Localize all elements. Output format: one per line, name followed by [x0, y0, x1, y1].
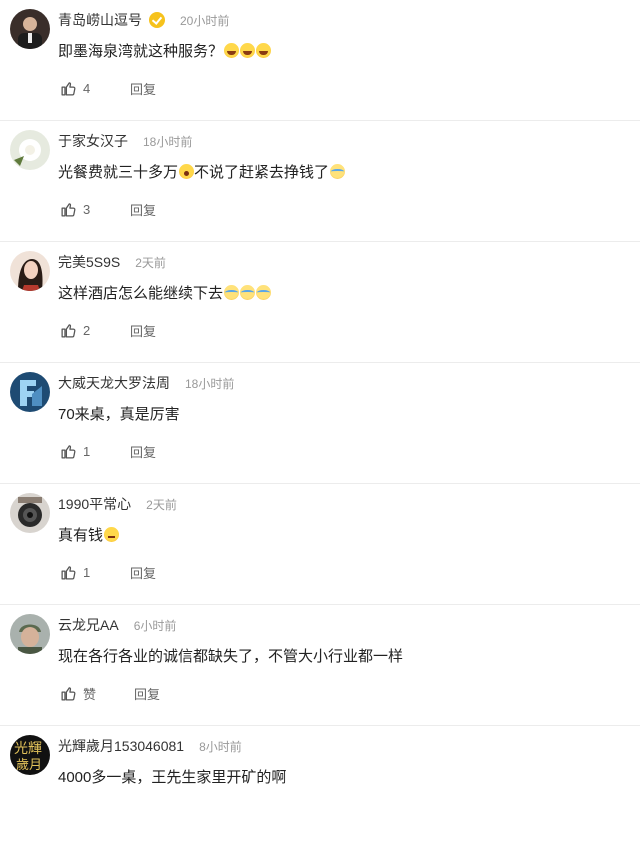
thinking-emoji-icon	[104, 527, 120, 542]
comment-meta: 光輝歲月153046081 8小时前	[58, 735, 242, 757]
laughing-emoji-icon	[224, 43, 240, 58]
comment-actions: 3 回复	[60, 199, 156, 219]
crying-emoji-icon	[330, 164, 346, 179]
username[interactable]: 光輝歲月153046081	[58, 736, 184, 756]
like-count: 4	[83, 80, 91, 96]
comment-item: 1990平常心 2天前 真有钱 1 回复	[0, 484, 640, 605]
laughing-emoji-icon	[256, 43, 272, 58]
comment-body: 4000多一桌，王先生家里开矿的啊	[58, 769, 287, 786]
comment-text: 70来桌，真是厉害	[58, 403, 180, 424]
like-label: 赞	[83, 686, 97, 702]
reply-button[interactable]: 回复	[130, 79, 156, 98]
crying-emoji-icon	[256, 285, 272, 300]
like-button[interactable]: 1	[60, 443, 90, 460]
comment-time: 8小时前	[199, 739, 242, 754]
avatar[interactable]	[10, 493, 50, 533]
comment-body: 现在各行各业的诚信都缺失了，不管大小行业都一样	[58, 648, 404, 665]
reply-button[interactable]: 回复	[130, 200, 156, 219]
comment-body: 70来桌，真是厉害	[58, 406, 180, 423]
avatar[interactable]	[10, 251, 50, 291]
comment-body: 光餐费就三十多万	[58, 164, 179, 181]
reply-button[interactable]: 回复	[130, 442, 156, 461]
thumbs-up-icon	[61, 444, 76, 459]
comment-body-continued: 不说了赶紧去挣钱了	[194, 164, 330, 181]
comment-actions: 赞 回复	[60, 683, 160, 703]
comment-body: 即墨海泉湾就这种服务？	[58, 43, 224, 60]
comment-time: 6小时前	[133, 618, 177, 633]
comment-meta: 于家女汉子 18小时前	[58, 130, 192, 152]
comment-list: 青岛崂山逗号 20小时前 即墨海泉湾就这种服务？ 4 回复 于家女汉子 18小时…	[0, 0, 640, 847]
comment-item: 于家女汉子 18小时前 光餐费就三十多万 不说了赶紧去挣钱了 3 回复	[0, 121, 640, 242]
comment-time: 2天前	[135, 255, 166, 270]
username[interactable]: 完美5S9S	[58, 252, 120, 272]
comment-time: 2天前	[146, 497, 177, 512]
avatar[interactable]	[10, 130, 50, 170]
thumbs-up-icon	[61, 323, 76, 338]
comment-text: 现在各行各业的诚信都缺失了，不管大小行业都一样	[58, 645, 403, 666]
comment-text: 光餐费就三十多万 不说了赶紧去挣钱了	[58, 161, 346, 182]
like-button[interactable]: 1	[60, 564, 90, 581]
crying-emoji-icon	[240, 285, 256, 300]
like-button[interactable]: 赞	[60, 684, 96, 703]
thumbs-up-icon	[61, 686, 76, 701]
comment-time: 18小时前	[185, 376, 235, 391]
comment-actions: 1 回复	[60, 441, 156, 461]
like-button[interactable]: 3	[60, 201, 90, 218]
verified-badge-icon	[149, 12, 165, 28]
avatar[interactable]	[10, 372, 50, 412]
like-button[interactable]: 2	[60, 322, 90, 339]
comment-actions: 1 回复	[60, 562, 156, 582]
username[interactable]: 大威天龙大罗法周	[58, 373, 170, 393]
comment-text: 真有钱	[58, 524, 120, 545]
comment-meta: 1990平常心 2天前	[58, 493, 177, 515]
avatar[interactable]	[10, 614, 50, 654]
svg-text:歲月: 歲月	[16, 758, 42, 773]
thumbs-up-icon	[61, 81, 76, 96]
crying-emoji-icon	[224, 285, 240, 300]
like-button[interactable]: 4	[60, 80, 90, 97]
avatar[interactable]	[10, 9, 50, 49]
like-count: 1	[83, 564, 91, 580]
reply-button[interactable]: 回复	[130, 563, 156, 582]
like-count: 2	[83, 322, 91, 338]
comment-item: 大威天龙大罗法周 18小时前 70来桌，真是厉害 1 回复	[0, 363, 640, 484]
like-count: 3	[83, 201, 91, 217]
username[interactable]: 青岛崂山逗号	[58, 10, 142, 30]
comment-meta: 完美5S9S 2天前	[58, 251, 166, 273]
comment-text: 即墨海泉湾就这种服务？	[58, 40, 272, 61]
comment-actions: 2 回复	[60, 320, 156, 340]
comment-item: 完美5S9S 2天前 这样酒店怎么能继续下去 2 回复	[0, 242, 640, 363]
comment-meta: 大威天龙大罗法周 18小时前	[58, 372, 234, 394]
username[interactable]: 1990平常心	[58, 494, 131, 514]
comment-item: 光輝 歲月 光輝歲月153046081 8小时前 4000多一桌，王先生家里开矿的…	[0, 726, 640, 847]
comment-actions: 4 回复	[60, 78, 156, 98]
comment-time: 18小时前	[143, 134, 193, 149]
svg-text:光輝: 光輝	[14, 741, 42, 757]
comment-item: 云龙兄AA 6小时前 现在各行各业的诚信都缺失了，不管大小行业都一样 赞 回复	[0, 605, 640, 726]
shocked-emoji-icon	[179, 164, 195, 179]
like-count: 1	[83, 443, 91, 459]
avatar[interactable]: 光輝 歲月	[10, 735, 50, 775]
comment-meta: 云龙兄AA 6小时前	[58, 614, 176, 636]
username[interactable]: 云龙兄AA	[58, 615, 119, 635]
comment-body: 这样酒店怎么能继续下去	[58, 285, 224, 302]
comment-text: 4000多一桌，王先生家里开矿的啊	[58, 766, 286, 787]
comment-item: 青岛崂山逗号 20小时前 即墨海泉湾就这种服务？ 4 回复	[0, 0, 640, 121]
reply-button[interactable]: 回复	[130, 321, 156, 340]
reply-button[interactable]: 回复	[134, 684, 160, 703]
username[interactable]: 于家女汉子	[58, 131, 128, 151]
thumbs-up-icon	[61, 202, 76, 217]
comment-time: 20小时前	[180, 13, 230, 28]
thumbs-up-icon	[61, 565, 76, 580]
comment-text: 这样酒店怎么能继续下去	[58, 282, 272, 303]
comment-meta: 青岛崂山逗号 20小时前	[58, 9, 229, 31]
laughing-emoji-icon	[240, 43, 256, 58]
comment-body: 真有钱	[58, 527, 104, 544]
